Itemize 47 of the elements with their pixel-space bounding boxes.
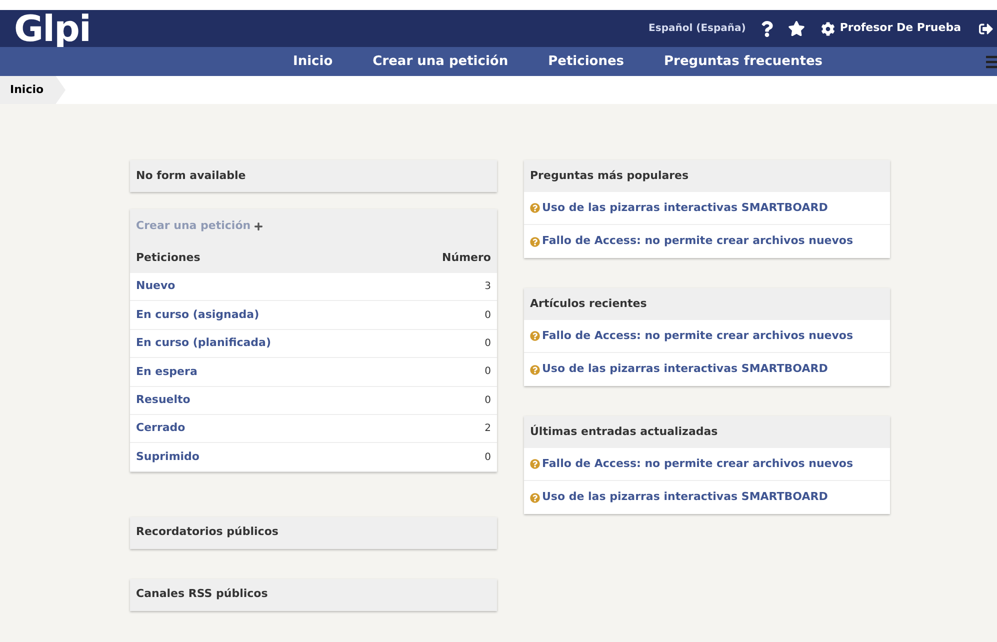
status-link[interactable]: Resuelto	[136, 392, 190, 408]
panel-title: Recordatorios públicos	[130, 516, 497, 549]
panel-title: Canales RSS públicos	[130, 578, 497, 611]
count-cell-text: 0	[484, 336, 491, 351]
question-icon	[530, 364, 540, 374]
status-link[interactable]: Nuevo	[136, 278, 176, 295]
count-cell-text: 0	[484, 450, 491, 465]
question-icon	[530, 203, 540, 213]
help-icon[interactable]	[760, 20, 774, 36]
question-icon	[530, 236, 540, 246]
article-link[interactable]: Uso de las pizarras interactivas SMARTBOARD	[542, 489, 828, 506]
menu-item[interactable]: Inicio	[293, 52, 333, 72]
panel-title: No form available	[130, 160, 497, 192]
status-link[interactable]: Cerrado	[136, 420, 186, 437]
count-cell-text: 0	[484, 365, 491, 380]
panel-title: Artículos recientes	[524, 288, 890, 320]
menu-item[interactable]: Peticiones	[548, 52, 624, 72]
status-link[interactable]: Suprimido	[136, 448, 200, 466]
settings-icon[interactable]	[820, 22, 835, 36]
star-icon[interactable]	[788, 20, 805, 37]
article-link[interactable]: Uso de las pizarras interactivas SMARTBOARD	[542, 361, 828, 378]
article-link[interactable]: Fallo de Access: no permite crear archivos nuevos	[542, 328, 854, 344]
article-link[interactable]: Fallo de Access: no permite crear archivos nuevos	[542, 233, 854, 250]
column-header: Peticiones	[136, 250, 200, 266]
logo[interactable]: Glpi	[14, 12, 90, 48]
menu-item[interactable]: Crear una petición	[372, 52, 508, 72]
question-icon	[530, 492, 540, 502]
language-link[interactable]: Español (España)	[648, 21, 746, 36]
plus-icon[interactable]	[254, 222, 263, 230]
count-cell-text: 0	[484, 394, 491, 408]
question-icon	[530, 459, 540, 469]
status-link[interactable]: En curso (planificada)	[136, 335, 272, 352]
status-link[interactable]: En curso (asignada)	[136, 306, 260, 324]
article-link[interactable]: Uso de las pizarras interactivas SMARTBOARD	[542, 200, 828, 216]
logout-icon[interactable]	[979, 22, 993, 36]
panel-title: Últimas entradas actualizadas	[524, 416, 890, 448]
question-icon	[530, 331, 540, 341]
column-header: Número	[442, 250, 491, 266]
menu-item[interactable]: Preguntas frecuentes	[664, 52, 823, 72]
status-link[interactable]: En espera	[136, 364, 198, 380]
article-link[interactable]: Fallo de Access: no permite crear archivos nuevos	[542, 456, 854, 472]
count-cell-text: 2	[484, 422, 491, 436]
count-cell-text: 0	[484, 308, 491, 323]
breadcrumb-item[interactable]: Inicio	[0, 76, 66, 104]
user-link[interactable]: Profesor De Prueba	[840, 20, 961, 37]
count-cell-text: 3	[484, 280, 491, 294]
panel-title: Preguntas más populares	[524, 160, 890, 192]
